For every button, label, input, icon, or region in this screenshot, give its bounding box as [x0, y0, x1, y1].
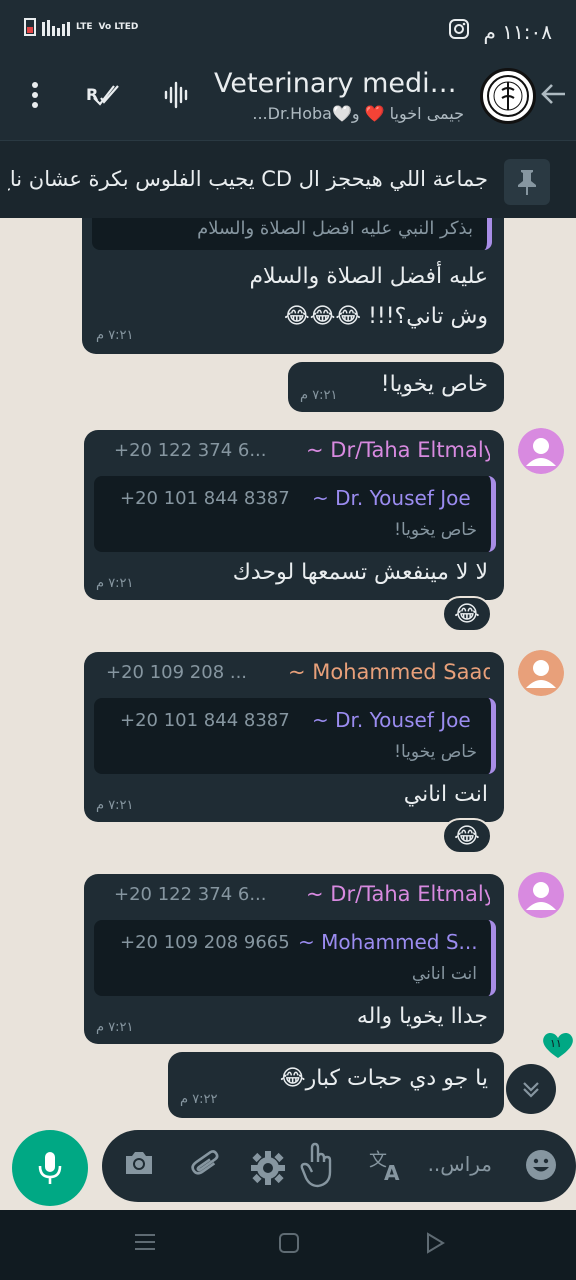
compose-bar: 文A مراس.. [0, 1128, 576, 1210]
instagram-icon [448, 18, 470, 45]
quoted-phone: +20 101 844 8387 [120, 488, 290, 509]
sender-phone: +20 122 374 6... [114, 884, 267, 905]
message-time: ٧:٢١ م [96, 328, 134, 343]
voice-wave-icon[interactable] [162, 80, 192, 118]
input-placeholder[interactable]: مراس.. [428, 1152, 492, 1176]
status-left: LTE Vo LTED [24, 18, 138, 36]
avatar[interactable] [518, 650, 564, 696]
quoted-text: خاص يخويا! [394, 520, 477, 540]
quoted-sender: ~ Dr. Yousef Joe [312, 486, 471, 510]
volte-label: Vo LTED [98, 21, 139, 32]
message-bubble[interactable]: ~ Dr/Taha Eltmaly +20 122 374 6... ~ Dr.… [84, 430, 504, 600]
camera-icon[interactable] [122, 1148, 156, 1185]
emoji-icon[interactable] [524, 1148, 558, 1189]
message-input[interactable]: 文A مراس.. [102, 1130, 576, 1202]
status-time: ١١:٠٨ م [483, 19, 552, 44]
message-time: ٧:٢١ م [96, 798, 134, 813]
pinned-message-bar[interactable]: جماعة اللي هيحجز ال CD يجيب الفلوس بكرة … [0, 140, 576, 218]
message-text: عليه أفضل الصلاة والسلام [249, 264, 488, 289]
network-type: LTE [76, 21, 93, 32]
message-text: خاص يخويا! [380, 372, 488, 397]
quoted-message[interactable]: ~ Mohammed S... +20 109 208 9665 انت انا… [94, 920, 496, 996]
message-bubble[interactable]: خاص يخويا! ٧:٢١ م [288, 362, 504, 412]
quoted-text: انت اناني [411, 964, 477, 984]
more-vert-icon[interactable] [28, 80, 42, 118]
battery-icon [24, 18, 36, 36]
quoted-sender: ~ Dr. Yousef Joe [312, 708, 471, 732]
quoted-sender: ~ Mohammed S... [298, 930, 478, 954]
avatar[interactable] [518, 872, 564, 918]
sender-phone: +20 109 208 ... [106, 662, 248, 683]
message-bubble[interactable]: ~ Dr/Taha Eltmaly +20 122 374 6... ~ Moh… [84, 874, 504, 1044]
reaction-badge[interactable]: 😂 [442, 818, 492, 854]
pin-icon[interactable] [504, 159, 550, 205]
status-right: ١١:٠٨ م [448, 18, 552, 45]
chat-area[interactable]: بذكر النبي عليه افضل الصلاة والسلام عليه… [0, 218, 576, 1128]
settings-icon[interactable] [248, 1148, 288, 1195]
message-text: انت اناني [403, 782, 488, 807]
message-time: ٧:٢١ م [96, 1020, 134, 1035]
message-bubble[interactable]: بذكر النبي عليه افضل الصلاة والسلام عليه… [82, 218, 504, 354]
quoted-phone: +20 109 208 9665 [120, 932, 290, 953]
chat-header[interactable]: Veterinary medici... جيمى اخويا ❤️ و🤍Dr.… [0, 60, 576, 140]
message-text: لا لا مينفعش تسمعها لوحدك [232, 560, 488, 585]
quoted-message[interactable]: ~ Dr. Yousef Joe +20 101 844 8387 خاص يخ… [94, 698, 496, 774]
message-text: يا جو دي حجات كبار😂 [279, 1066, 488, 1091]
group-title[interactable]: Veterinary medici... [214, 68, 464, 99]
home-nav-icon[interactable] [278, 1232, 300, 1260]
sender-name[interactable]: ~ Dr/Taha Eltmaly [306, 882, 490, 906]
quoted-message[interactable]: بذكر النبي عليه افضل الصلاة والسلام [92, 218, 492, 250]
back-nav-icon[interactable] [424, 1232, 446, 1260]
unread-count: ١١ [550, 1037, 562, 1050]
unread-badge[interactable]: ١١ [540, 1030, 576, 1060]
message-time: ٧:٢١ م [300, 388, 338, 403]
translate-icon[interactable]: 文A [368, 1148, 408, 1191]
sender-name[interactable]: ~ Dr/Taha Eltmaly [306, 438, 490, 462]
quoted-phone: +20 101 844 8387 [120, 710, 290, 731]
system-nav-bar [0, 1210, 576, 1280]
rx-checks-icon[interactable]: R [84, 80, 120, 118]
message-time: ٧:٢٢ م [180, 1092, 218, 1107]
mic-icon [38, 1152, 62, 1184]
sender-phone: +20 122 374 6... [114, 440, 267, 461]
message-bubble[interactable]: يا جو دي حجات كبار😂 ٧:٢٢ م [168, 1052, 504, 1118]
attach-icon[interactable] [190, 1148, 224, 1189]
quoted-text: خاص يخويا! [394, 742, 477, 762]
message-time: ٧:٢١ م [96, 576, 134, 591]
message-text: جداا يخويا واله [356, 1004, 488, 1029]
pinned-text[interactable]: جماعة اللي هيحجز ال CD يجيب الفلوس بكرة … [8, 167, 488, 191]
svg-text:A: A [384, 1161, 400, 1184]
message-bubble[interactable]: ~ Mohammed Saad +20 109 208 ... ~ Dr. Yo… [84, 652, 504, 822]
menu-nav-icon[interactable] [134, 1232, 156, 1258]
quoted-message[interactable]: ~ Dr. Yousef Joe +20 101 844 8387 خاص يخ… [94, 476, 496, 552]
back-arrow-icon[interactable] [538, 78, 568, 118]
mic-button[interactable] [12, 1130, 88, 1206]
chevron-double-down-icon [523, 1082, 539, 1098]
sender-name[interactable]: ~ Mohammed Saad [288, 660, 490, 684]
message-text: وش تاني؟!!! 😂😂😂 [283, 304, 488, 329]
touch-icon[interactable] [298, 1140, 338, 1197]
reaction-badge[interactable]: 😂 [442, 596, 492, 632]
signal-icon [42, 18, 70, 36]
scroll-down-button[interactable] [506, 1064, 556, 1114]
quoted-text: بذكر النبي عليه افضل الصلاة والسلام [197, 218, 473, 239]
avatar[interactable] [518, 428, 564, 474]
group-avatar[interactable] [480, 68, 536, 124]
group-members[interactable]: جيمى اخويا ❤️ و🤍Dr.Hoba... [214, 104, 464, 123]
status-bar: LTE Vo LTED ١١:٠٨ م [0, 0, 576, 60]
